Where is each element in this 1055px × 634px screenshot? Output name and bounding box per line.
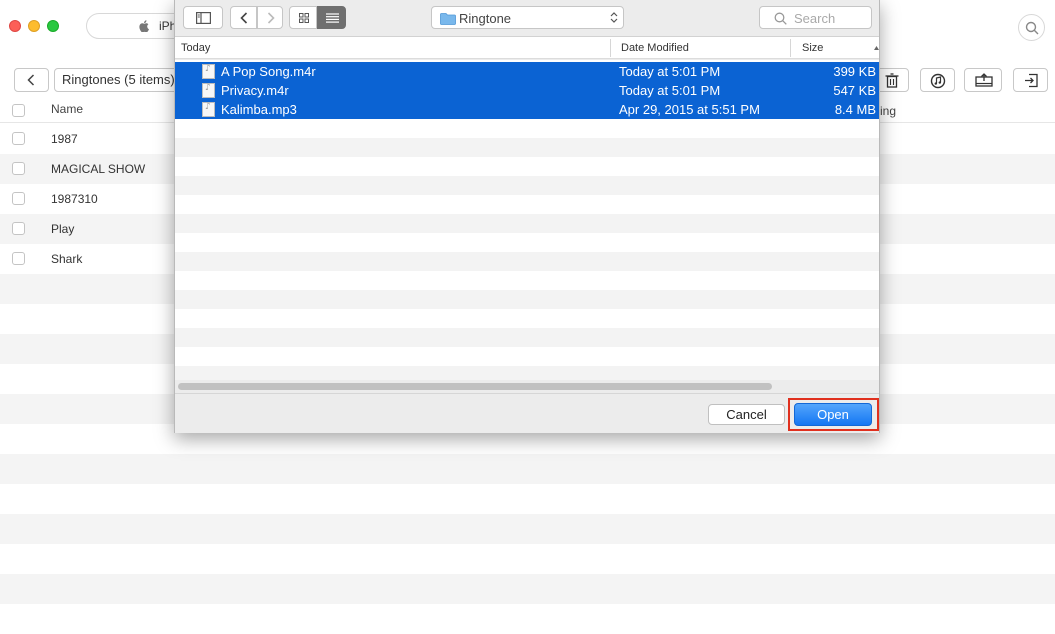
forward-nav-button[interactable]	[257, 6, 283, 29]
empty-row	[175, 252, 879, 271]
file-row[interactable]: Kalimba.mp3 Apr 29, 2015 at 5:51 PM 8.4 …	[175, 100, 879, 119]
file-date: Today at 5:01 PM	[619, 64, 721, 79]
location-popup[interactable]: Ringtone	[431, 6, 624, 29]
minimize-window-button[interactable]	[28, 20, 40, 32]
trash-icon	[885, 73, 899, 88]
grid-icon	[299, 13, 309, 23]
item-name: MAGICAL SHOW	[51, 162, 146, 176]
to-computer-button[interactable]	[964, 68, 1002, 92]
item-checkbox[interactable]	[12, 162, 25, 175]
import-icon	[1025, 73, 1038, 88]
file-column-header: Today Date Modified Size	[175, 37, 879, 59]
audio-file-icon	[202, 64, 215, 79]
empty-row	[0, 514, 1055, 544]
file-row[interactable]: A Pop Song.m4r Today at 5:01 PM 399 KB	[175, 62, 879, 81]
open-file-dialog: Ringtone Search Today Date Modified Size…	[174, 0, 880, 433]
empty-row	[0, 454, 1055, 484]
file-name: Privacy.m4r	[221, 83, 289, 98]
empty-row	[175, 290, 879, 309]
dialog-footer: Cancel Open	[175, 393, 879, 433]
audio-file-icon	[202, 83, 215, 98]
empty-row	[0, 604, 1055, 634]
cancel-button[interactable]: Cancel	[708, 404, 785, 425]
item-checkbox[interactable]	[12, 252, 25, 265]
back-nav-button[interactable]	[230, 6, 257, 29]
file-name: Kalimba.mp3	[221, 102, 297, 117]
select-all-checkbox[interactable]	[12, 104, 25, 117]
item-name: 1987	[51, 132, 78, 146]
empty-row	[0, 484, 1055, 514]
list-view-button[interactable]	[317, 6, 346, 29]
open-button[interactable]: Open	[794, 403, 872, 426]
search-placeholder: Search	[794, 11, 836, 26]
empty-row	[175, 366, 879, 380]
file-date: Today at 5:01 PM	[619, 83, 721, 98]
item-checkbox[interactable]	[12, 222, 25, 235]
item-name: Shark	[51, 252, 83, 266]
column-header-size[interactable]: Size	[802, 42, 823, 54]
file-date: Apr 29, 2015 at 5:51 PM	[619, 102, 760, 117]
file-size: 547 KB	[833, 83, 876, 98]
back-button[interactable]	[14, 68, 49, 92]
file-row[interactable]: Privacy.m4r Today at 5:01 PM 547 KB	[175, 81, 879, 100]
empty-row	[175, 176, 879, 195]
item-checkbox[interactable]	[12, 132, 25, 145]
column-divider[interactable]	[790, 39, 791, 57]
empty-row	[175, 214, 879, 233]
item-name: 1987310	[51, 192, 98, 206]
column-header-date-modified[interactable]: Date Modified	[621, 42, 689, 54]
column-divider[interactable]	[610, 39, 611, 57]
apple-icon	[139, 20, 149, 32]
file-size: 8.4 MB	[834, 102, 876, 117]
empty-row	[175, 138, 879, 157]
item-checkbox[interactable]	[12, 192, 25, 205]
folder-icon	[440, 13, 456, 25]
dialog-toolbar: Ringtone Search	[175, 0, 879, 37]
column-header-today[interactable]: Today	[181, 42, 210, 54]
dialog-search-field[interactable]: Search	[759, 6, 872, 29]
icon-view-button[interactable]	[289, 6, 317, 29]
chevron-right-icon	[267, 12, 275, 24]
chevron-updown-icon	[610, 12, 618, 23]
itunes-icon	[930, 73, 946, 89]
app-search-button[interactable]	[1018, 14, 1045, 41]
to-itunes-button[interactable]	[920, 68, 955, 92]
empty-row	[0, 544, 1055, 574]
empty-row	[0, 574, 1055, 604]
list-icon	[326, 13, 339, 23]
sort-ascending-icon	[874, 46, 879, 50]
toggle-sidebar-button[interactable]	[183, 6, 223, 29]
column-header-name[interactable]: Name	[51, 102, 83, 116]
column-header-ringtone[interactable]: ing	[880, 104, 896, 118]
search-icon	[774, 12, 787, 25]
close-window-button[interactable]	[9, 20, 21, 32]
horizontal-scrollbar[interactable]	[178, 383, 772, 390]
chevron-left-icon	[27, 74, 35, 86]
add-content-button[interactable]	[1013, 68, 1048, 92]
file-size: 399 KB	[833, 64, 876, 79]
file-list: A Pop Song.m4r Today at 5:01 PM 399 KB P…	[175, 60, 879, 380]
folder-breadcrumb[interactable]: Ringtones (5 items)	[54, 68, 194, 92]
search-icon	[1025, 21, 1039, 35]
empty-row	[175, 328, 879, 347]
audio-file-icon	[202, 102, 215, 117]
file-name: A Pop Song.m4r	[221, 64, 316, 79]
chevron-left-icon	[240, 12, 248, 24]
location-label: Ringtone	[459, 11, 512, 26]
item-name: Play	[51, 222, 75, 236]
sidebar-icon	[196, 12, 211, 24]
export-to-computer-icon	[975, 73, 993, 87]
zoom-window-button[interactable]	[47, 20, 59, 32]
